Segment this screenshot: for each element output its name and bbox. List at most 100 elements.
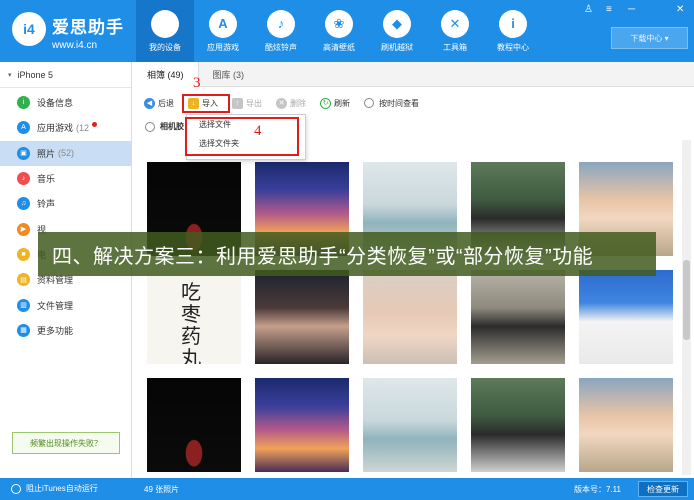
tutorial-banner: 四、解决方案三：利用爱思助手“分类恢复”或“部分恢复”功能 (38, 232, 656, 276)
sidebar-item-label: 设备信息 (37, 98, 74, 109)
i4-logo: i4 (12, 12, 46, 46)
nav-item-2[interactable]: ♪ 酷炫铃声 (252, 0, 310, 62)
sidebar-item-label: 更多功能 (37, 325, 74, 336)
delete-icon: ✕ (276, 97, 287, 109)
back-arrow-icon: ◀ (144, 97, 155, 109)
camera-roll-filter[interactable]: 相机胶 (145, 121, 184, 132)
version-label: 版本号：7.11 (574, 485, 621, 494)
device-selector[interactable]: ▾ iPhone 5 (0, 62, 131, 88)
minimize-icon[interactable]: ─ (628, 4, 635, 15)
nav-item-0[interactable]: 我的设备 (136, 0, 194, 62)
export-button[interactable]: ↑ 导出 (232, 97, 262, 109)
radio-button (145, 121, 155, 132)
photo-thumbnail[interactable] (471, 270, 565, 364)
sidebar-item-label: 应用游戏 (37, 123, 74, 134)
album-tabs: 相簿 (49) 图库 (3) (133, 62, 694, 87)
brand-name: 爱思助手 (52, 18, 124, 37)
tools-icon: ✕ (441, 9, 469, 38)
calligraphy-character: 丸 (181, 346, 201, 364)
main-nav: 我的设备 A 应用游戏 ♪ 酷炫铃声 ❀ 高清壁纸 ◆ 刷机越狱 ✕ 工具箱 i 教程中心 (136, 0, 542, 62)
block-itunes-toggle[interactable]: 阻止iTunes自动运行 (11, 483, 98, 494)
device-name: iPhone 5 (17, 69, 54, 80)
chevron-down-icon: ▾ (8, 71, 12, 79)
sidebar-item-0[interactable]: i 设备信息 (0, 90, 131, 115)
sidebar-item-count: (52) (58, 148, 75, 159)
photo-thumbnail[interactable] (471, 378, 565, 472)
photo-grid-scrollbar[interactable] (682, 140, 691, 475)
back-button[interactable]: ◀ 后退 (144, 97, 174, 109)
menu-icon[interactable]: ≡ (606, 4, 612, 15)
sidebar-item-count: (12 (76, 122, 90, 133)
nav-label: 工具箱 (443, 42, 467, 52)
camera-roll-label: 相机胶 (160, 122, 184, 131)
photo-thumbnail[interactable] (147, 378, 241, 472)
sidebar-item-4[interactable]: ♫ 铃声 (0, 191, 131, 216)
sidebar-item-label: 照片 (37, 148, 56, 159)
ebook-icon: ■ (17, 247, 30, 261)
sidebar-item-3[interactable]: ♪ 音乐 (0, 166, 131, 191)
check-update-button[interactable]: 检查更新 (638, 481, 688, 497)
brand-url: www.i4.cn (52, 40, 98, 51)
nav-item-1[interactable]: A 应用游戏 (194, 0, 252, 62)
photos-icon: ▣ (17, 146, 30, 160)
folder-icon: ▥ (17, 298, 30, 312)
top-bar: i4 爱思助手 www.i4.cn 我的设备 A 应用游戏 ♪ 酷炫铃声 ❀ 高清壁纸 ◆ 刷机… (0, 0, 694, 62)
sidebar-item-1[interactable]: A 应用游戏 (12 (0, 115, 131, 140)
photo-thumbnail[interactable] (579, 270, 673, 364)
video-icon: ▶ (17, 222, 30, 236)
sort-by-time-label: 按时间查看 (379, 98, 419, 108)
sidebar-item-2[interactable]: ▣ 照片 (52) (0, 140, 131, 166)
tab-library[interactable]: 图库 (3) (199, 62, 259, 87)
photo-thumbnail[interactable] (255, 270, 349, 364)
nav-item-4[interactable]: ◆ 刷机越狱 (368, 0, 426, 62)
info-icon: i (17, 96, 30, 110)
notification-dot (92, 122, 97, 128)
sidebar-item-9[interactable]: ▦ 更多功能 (0, 318, 131, 343)
export-icon: ↑ (232, 97, 243, 109)
nav-label: 高清壁纸 (323, 42, 355, 52)
contacts-icon: ▤ (17, 273, 30, 287)
dropdown-highlight-box (185, 117, 299, 156)
photo-thumbnail[interactable]: 吃枣药丸 (147, 270, 241, 364)
nav-item-3[interactable]: ❀ 高清壁纸 (310, 0, 368, 62)
radio-button (364, 98, 374, 108)
apple-icon (151, 9, 179, 38)
refresh-label: 刷新 (334, 98, 350, 108)
close-icon[interactable]: ✕ (676, 4, 684, 15)
nav-label: 教程中心 (497, 42, 529, 52)
photo-grid: 吃枣药丸 (133, 140, 680, 478)
photo-thumbnail[interactable] (579, 378, 673, 472)
import-highlight-box (182, 94, 230, 113)
scroll-thumb[interactable] (683, 260, 690, 340)
photo-count: 49 张照片 (144, 485, 180, 494)
step-4-annotation: 4 (254, 123, 262, 139)
sidebar-item-label: 音乐 (37, 174, 56, 185)
sidebar-item-8[interactable]: ▥ 文件管理 (0, 292, 131, 317)
skin-icon[interactable]: ♙ (584, 4, 593, 15)
nav-item-5[interactable]: ✕ 工具箱 (426, 0, 484, 62)
sort-by-time-radio[interactable]: 按时间查看 (364, 98, 419, 109)
nav-label: 应用游戏 (207, 42, 239, 52)
nav-item-6[interactable]: i 教程中心 (484, 0, 542, 62)
block-itunes-label: 阻止iTunes自动运行 (26, 484, 98, 493)
export-label: 导出 (246, 98, 262, 108)
tab-albums[interactable]: 相簿 (49) (133, 62, 199, 87)
radio-button (11, 483, 21, 494)
grid-icon: ▦ (17, 323, 30, 337)
info-icon: i (499, 9, 527, 38)
nav-label: 我的设备 (149, 42, 181, 52)
app-store-icon: A (209, 9, 237, 38)
refresh-button[interactable]: ↻ 刷新 (320, 97, 350, 109)
frequent-failure-help-button[interactable]: 频繁出现操作失败？ (12, 432, 120, 454)
sidebar-item-label: 文件管理 (37, 300, 74, 311)
delete-button[interactable]: ✕ 删除 (276, 97, 306, 109)
download-center-button[interactable]: 下载中心 ▾ (611, 27, 688, 49)
back-label: 后退 (158, 98, 174, 108)
nav-label: 酷炫铃声 (265, 42, 297, 52)
photo-thumbnail[interactable] (363, 270, 457, 364)
photo-thumbnail[interactable] (363, 378, 457, 472)
music-icon: ♪ (17, 172, 30, 186)
delete-label: 删除 (290, 98, 306, 108)
photo-thumbnail[interactable] (255, 378, 349, 472)
flower-icon: ❀ (325, 9, 353, 38)
